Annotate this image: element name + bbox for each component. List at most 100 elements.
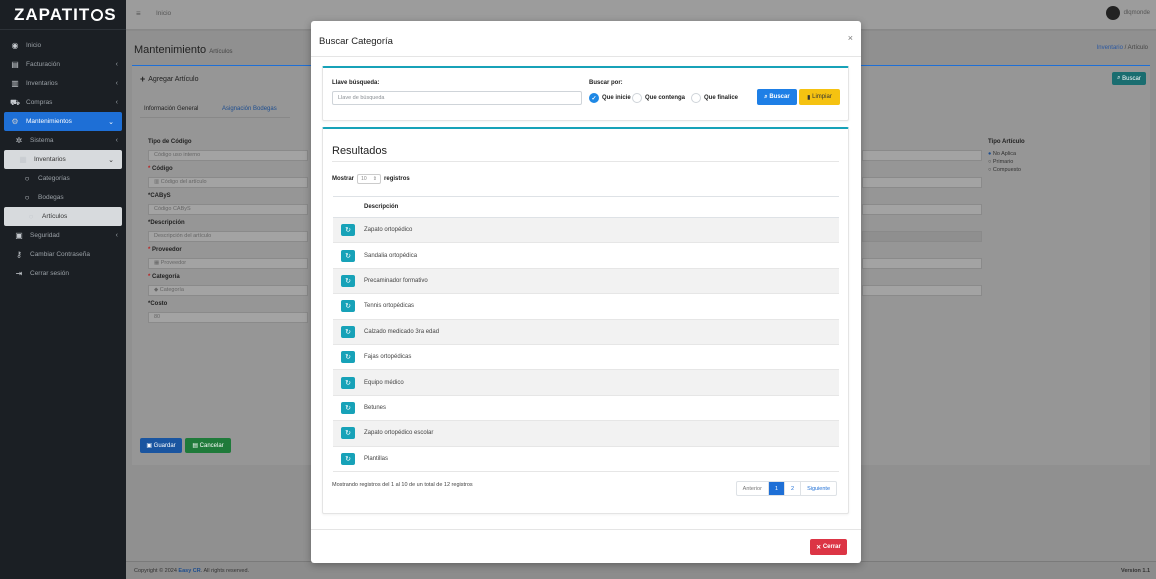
sidebar-item-inventarios[interactable]: ▥ Inventarios ‹ [0, 74, 126, 93]
sidebar-icon: ▤ [11, 60, 19, 69]
radio-primario[interactable]: ○ Primario [988, 158, 1021, 166]
right-field-6[interactable] [862, 285, 982, 296]
footer: Copyright © 2024 Easy CR. All rights res… [126, 561, 1156, 579]
sidebar-item-categorias[interactable]: ○ Categorías [0, 169, 126, 188]
categoria-input[interactable]: ◆ Categoría [148, 285, 308, 296]
table-row: ↻ Betunes [333, 395, 839, 422]
row-description: Fajas ortopédicas [363, 344, 839, 371]
tab-bodegas[interactable]: Asignación Bodegas [222, 106, 277, 112]
sidebar: ZAPATIT S ◉ Inicio ▤ Facturación ‹ ▥ Inventario… [0, 0, 126, 579]
right-field-2[interactable] [862, 177, 982, 188]
sidebar-item-bodegas[interactable]: ○ Bodegas [0, 188, 126, 207]
next-page-button[interactable]: Siguiente [801, 482, 836, 495]
save-button[interactable]: ▣ Guardar [140, 438, 182, 453]
user-menu[interactable]: dlqmonde [1105, 6, 1150, 20]
plus-icon: + [140, 74, 146, 84]
row-select-cell: ↻ [333, 344, 363, 371]
select-row-button[interactable]: ↻ [341, 300, 355, 313]
tab-general[interactable]: Información General [144, 106, 198, 112]
x-icon: ✕ [816, 544, 822, 551]
sidebar-item-facturacion[interactable]: ▤ Facturación ‹ [0, 55, 126, 74]
company-link[interactable]: Easy CR [178, 568, 200, 574]
select-row-button[interactable]: ↻ [341, 401, 355, 414]
check-icon: ✓ [589, 93, 599, 103]
select-row-button[interactable]: ↻ [341, 452, 355, 465]
barcode-icon: ▥ [154, 179, 161, 185]
select-row-button[interactable]: ↻ [341, 249, 355, 262]
row-select-cell: ↻ [333, 369, 363, 396]
sidebar-item-sistema[interactable]: ✲ Sistema ‹ [0, 131, 126, 150]
sidebar-item-inventarios-sub[interactable]: ▦ Inventarios ⌄ [4, 150, 122, 169]
page-size-select[interactable]: 10 ⇕ [357, 174, 382, 184]
radio-ends-label: Que finalice [704, 95, 739, 101]
sidebar-item-seguridad[interactable]: ▣ Seguridad ‹ [0, 226, 126, 245]
row-select-cell: ↻ [333, 319, 363, 345]
right-field-4[interactable] [862, 231, 982, 242]
select-row-button[interactable]: ↻ [341, 224, 355, 237]
sidebar-item-inicio[interactable]: ◉ Inicio [0, 36, 126, 55]
show-label: Mostrar [332, 176, 355, 182]
menu-toggle-icon[interactable]: ≡ [136, 9, 141, 18]
right-field-3[interactable] [862, 204, 982, 215]
codigo-placeholder: Código del artículo [160, 179, 207, 185]
descripcion-input[interactable]: Descripción del artículo [148, 231, 308, 242]
file-icon: ▮ [807, 94, 811, 101]
cancel-button[interactable]: ▤ Cancelar [185, 438, 231, 453]
costo-input[interactable]: 80 [148, 312, 308, 323]
select-row-button[interactable]: ↻ [341, 351, 355, 364]
radio-no-aplica[interactable]: ● No Aplica [988, 150, 1021, 158]
breadcrumb-link-inventario[interactable]: Inventario [1097, 45, 1123, 51]
save-label: Guardar [153, 442, 176, 449]
row-select-cell: ↻ [333, 420, 363, 447]
chevron-icon: ‹ [115, 137, 118, 144]
home-link[interactable]: Inicio [156, 10, 171, 17]
select-row-button[interactable]: ↻ [341, 274, 355, 287]
codigo-input[interactable]: ▥ Código del artículo [148, 177, 308, 188]
table-row: ↻ Fajas ortopédicas [333, 344, 839, 371]
page-1-button[interactable]: 1 [768, 482, 785, 495]
row-select-cell: ↻ [333, 217, 363, 244]
breadcrumb: Inventario / Artículo [1097, 45, 1148, 51]
search-key-input[interactable]: Llave de búsqueda [332, 91, 582, 105]
radio-starts[interactable]: ✓ Que inicie [589, 93, 631, 103]
radio-ends[interactable]: Que finalice [691, 93, 738, 103]
search-button[interactable]: ⌕ Buscar [757, 89, 797, 105]
right-field-1[interactable] [862, 150, 982, 161]
sidebar-item-mantenimientos[interactable]: ⚙ Mantenimientos ⌄ [4, 112, 122, 131]
proveedor-input[interactable]: ▦ Proveedor [148, 258, 308, 269]
version: Version 1.1 [1120, 568, 1150, 574]
close-icon[interactable]: × [848, 33, 853, 43]
select-row-button[interactable]: ↻ [341, 376, 355, 389]
prev-page-button[interactable]: Anterior [737, 482, 769, 495]
clear-button[interactable]: ▮ Limpiar [799, 89, 840, 105]
select-row-button[interactable]: ↻ [341, 427, 355, 440]
table-row: ↻ Precaminador formativo [333, 268, 839, 295]
clear-button-label: Limpiar [812, 94, 832, 100]
sidebar-item-articulos[interactable]: ○ Artículos [4, 207, 122, 226]
breadcrumb-sep: / [1124, 45, 1127, 51]
sidebar-item-cerrar-sesion[interactable]: ⇥ Cerrar sesión [0, 264, 126, 283]
page-2-button[interactable]: 2 [785, 482, 802, 495]
radio-unchecked-icon: ○ [988, 159, 992, 165]
sidebar-item-compras[interactable]: ⛟ Compras ‹ [0, 93, 126, 112]
select-row-button[interactable]: ↻ [341, 325, 355, 338]
add-article-button[interactable]: + Agregar Artículo [140, 74, 198, 84]
row-description: Zapato ortopédico [363, 217, 839, 244]
user-name: dlqmonde [1123, 10, 1150, 16]
tipo-codigo-select[interactable]: Código uso interno [148, 150, 308, 161]
table-header: Descripción [333, 196, 839, 218]
col-description[interactable]: Descripción [363, 196, 839, 218]
sidebar-item-cambiar-contrasena[interactable]: ⚷ Cambiar Contraseña [0, 245, 126, 264]
proveedor-label: * Proveedor [148, 247, 182, 253]
radio-checked-icon: ● [988, 151, 992, 157]
close-modal-button[interactable]: ✕ Cerrar [810, 539, 847, 555]
right-field-5[interactable] [862, 258, 982, 269]
page-title: Mantenimiento Artículos [134, 44, 233, 56]
radio-contains[interactable]: Que contenga [632, 93, 685, 103]
cabys-input[interactable]: Código CAByS [148, 204, 308, 215]
brand-logo[interactable]: ZAPATIT S [0, 0, 126, 30]
search-article-button[interactable]: ⌕ Buscar [1112, 72, 1146, 85]
radio-compuesto[interactable]: ○ Compuesto [988, 166, 1021, 174]
radio-compuesto-label: Compuesto [992, 167, 1021, 173]
radio-empty-icon [691, 93, 701, 103]
